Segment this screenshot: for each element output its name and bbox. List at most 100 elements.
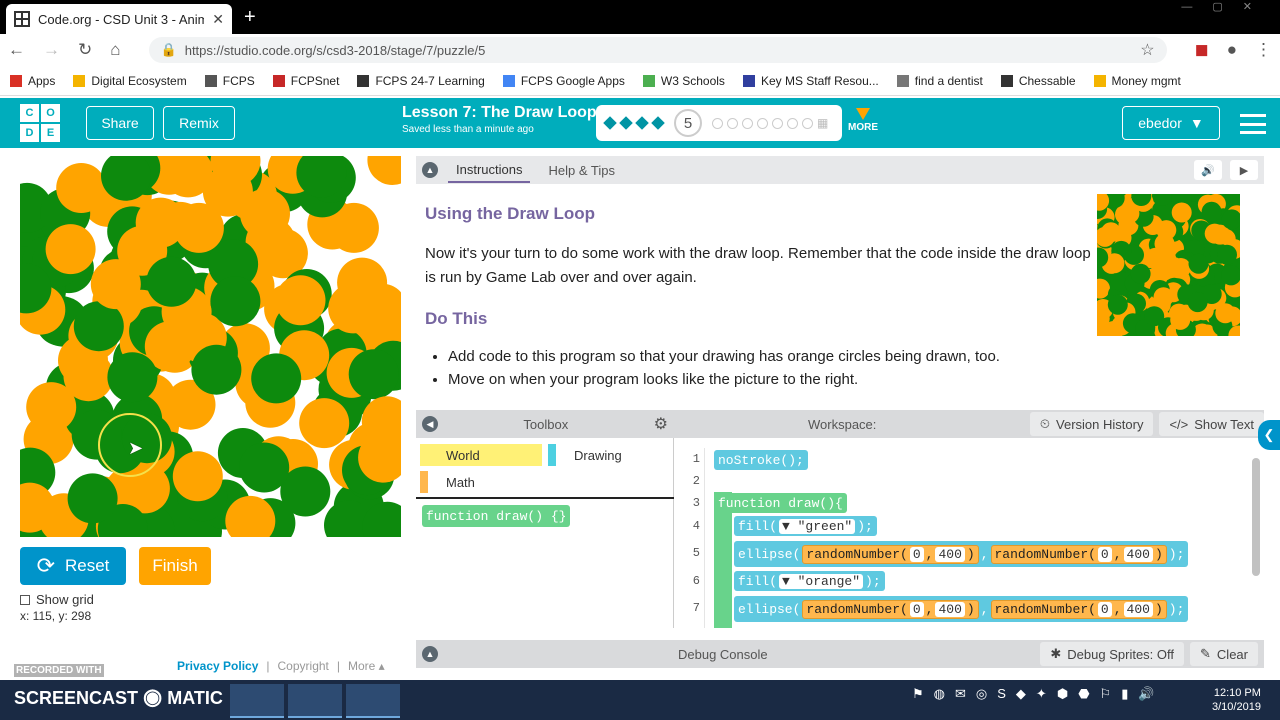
reset-button[interactable]: ⟳ Reset — [20, 547, 126, 585]
level-dot[interactable] — [742, 117, 753, 129]
level-dot[interactable] — [757, 117, 768, 129]
hamburger-menu-icon[interactable] — [1240, 114, 1266, 134]
level-complete-icon[interactable] — [651, 116, 665, 130]
more-triangle-icon — [856, 108, 870, 120]
bookmark-star-icon[interactable]: ☆ — [1140, 40, 1154, 60]
more-levels[interactable]: MORE — [848, 108, 878, 133]
function-draw-header[interactable]: function draw(){ — [714, 493, 847, 513]
fill-green-block[interactable]: fill( ▼ "green" ); — [734, 516, 877, 536]
drawn-circle — [1187, 292, 1208, 313]
nostroke-block[interactable]: noStroke(); — [714, 450, 808, 470]
bookmark-item[interactable]: FCPS Google Apps — [502, 74, 625, 88]
level-complete-icon[interactable] — [635, 116, 649, 130]
window-controls[interactable]: —▢✕ — [1181, 0, 1272, 13]
color-dropdown[interactable]: ▼ "orange" — [779, 573, 864, 589]
bookmark-item[interactable]: Chessable — [1000, 74, 1076, 88]
level-dot[interactable] — [787, 117, 798, 129]
ellipse-block[interactable]: ellipse( randomNumber(0, 400) , randomNum… — [734, 541, 1189, 567]
toolbox-title: Toolbox — [523, 416, 569, 432]
remix-button[interactable]: Remix — [163, 106, 235, 140]
bookmark-icon — [204, 74, 217, 87]
show-grid-checkbox[interactable] — [20, 594, 30, 605]
workspace-title: Workspace: — [808, 416, 877, 432]
random-number-block[interactable]: randomNumber(0, 400) — [990, 599, 1167, 619]
collapse-debug-icon[interactable]: ▲ — [422, 646, 438, 662]
collapse-icon[interactable]: ▲ — [422, 162, 438, 178]
level-dot[interactable] — [712, 117, 723, 129]
color-dropdown[interactable]: ▼ "green" — [779, 518, 856, 534]
workspace-scrollbar[interactable] — [1252, 458, 1260, 576]
random-number-block[interactable]: randomNumber(0, 400) — [990, 544, 1167, 564]
reset-icon: ⟳ — [36, 553, 55, 578]
ellipse-block[interactable]: ellipse( randomNumber(0, 400) , randomNum… — [734, 596, 1189, 622]
lesson-info: Lesson 7: The Draw Loop Saved less than … — [402, 104, 597, 135]
new-tab-button[interactable]: + — [244, 6, 256, 29]
function-draw-block[interactable]: function draw() {} — [422, 505, 571, 527]
bookmark-item[interactable]: Apps — [10, 74, 55, 88]
expand-panel-icon[interactable]: ❮ — [1258, 420, 1280, 450]
back-icon[interactable]: ← — [8, 40, 25, 60]
level-dot[interactable] — [772, 117, 783, 129]
screencast-watermark: SCREENCAST ◉ MATIC — [14, 684, 223, 709]
taskbar-media-app[interactable] — [230, 684, 284, 718]
fill-orange-block[interactable]: fill( ▼ "orange" ); — [734, 571, 885, 591]
bookmark-item[interactable]: FCPSnet — [272, 74, 339, 88]
speaker-icon[interactable]: 🔊 — [1194, 160, 1222, 180]
share-button[interactable]: Share — [86, 106, 154, 140]
home-icon[interactable]: ⌂ — [110, 40, 120, 60]
codeorg-logo[interactable]: C O D E — [20, 104, 60, 142]
game-lab-canvas[interactable] — [20, 156, 401, 537]
level-complete-icon[interactable] — [619, 116, 633, 130]
example-picture[interactable] — [1097, 194, 1240, 336]
privacy-policy-link[interactable]: Privacy Policy — [177, 659, 258, 673]
random-number-block[interactable]: randomNumber(0, 400) — [802, 599, 979, 619]
user-menu-button[interactable]: ebedor ▼ — [1122, 106, 1220, 140]
flag-icon[interactable]: ▦ — [817, 116, 828, 130]
taskbar-snipping-app[interactable] — [346, 684, 400, 718]
show-grid-toggle[interactable]: Show grid — [20, 592, 94, 607]
drawn-circle — [172, 451, 223, 502]
gear-icon[interactable]: ⚙ — [654, 414, 668, 434]
system-tray-icons[interactable]: ⚑ ◍ ✉ ◎ S ◆ ✦ ⬢ ⬣ ⚐ ▮ 🔊 — [912, 686, 1155, 702]
version-history-button[interactable]: ⏲ Version History — [1029, 412, 1154, 436]
category-math[interactable]: Math — [420, 471, 544, 493]
category-drawing[interactable]: Drawing — [548, 444, 672, 466]
clear-button[interactable]: ✎ Clear — [1190, 642, 1258, 666]
collapse-toolbox-icon[interactable]: ◀ — [422, 416, 438, 432]
current-level[interactable]: 5 — [674, 109, 702, 137]
taskbar-clock[interactable]: 12:10 PM 3/10/2019 — [1212, 686, 1261, 714]
level-dot[interactable] — [802, 117, 813, 129]
bookmark-item[interactable]: W3 Schools — [642, 74, 725, 88]
tab-help-tips[interactable]: Help & Tips — [540, 159, 622, 182]
bookmark-item[interactable]: FCPS 24-7 Learning — [357, 74, 485, 88]
bookmark-item[interactable]: Digital Ecosystem — [73, 74, 187, 88]
reload-icon[interactable]: ↻ — [78, 40, 92, 60]
close-tab-icon[interactable]: ✕ — [212, 11, 224, 28]
category-world[interactable]: World — [420, 444, 542, 466]
drawn-circle — [1107, 294, 1128, 315]
bookmark-item[interactable]: FCPS — [204, 74, 255, 88]
username: ebedor — [1138, 115, 1182, 131]
taskbar-outlook-app[interactable] — [288, 684, 342, 718]
bookmark-item[interactable]: Money mgmt — [1093, 74, 1181, 88]
bookmark-item[interactable]: find a dentist — [896, 74, 983, 88]
random-number-block[interactable]: randomNumber(0, 400) — [802, 544, 979, 564]
more-link[interactable]: More ▴ — [348, 659, 385, 673]
play-icon[interactable]: ▶ — [1230, 160, 1258, 180]
tab-instructions[interactable]: Instructions — [448, 158, 531, 183]
chrome-menu-icon[interactable]: ⋮ — [1255, 40, 1272, 60]
url-field[interactable]: 🔒 https://studio.code.org/s/csd3-2018/st… — [148, 37, 1167, 63]
drawn-circle — [1144, 306, 1165, 327]
copyright-link[interactable]: Copyright — [278, 659, 329, 673]
finish-button[interactable]: Finish — [139, 547, 211, 585]
bookmark-item[interactable]: Key MS Staff Resou... — [742, 74, 879, 88]
forward-icon[interactable]: → — [43, 40, 60, 60]
extension-icon[interactable]: ◼ — [1195, 40, 1209, 60]
level-complete-icon[interactable] — [603, 116, 617, 130]
drawn-circle — [45, 224, 96, 275]
show-text-button[interactable]: </> Show Text — [1159, 412, 1264, 436]
level-dot[interactable] — [727, 117, 738, 129]
debug-sprites-button[interactable]: ✱ Debug Sprites: Off — [1040, 642, 1185, 666]
browser-tab[interactable]: Code.org - CSD Unit 3 - Animatio ✕ — [6, 4, 232, 34]
account-icon[interactable]: ● — [1227, 40, 1237, 60]
